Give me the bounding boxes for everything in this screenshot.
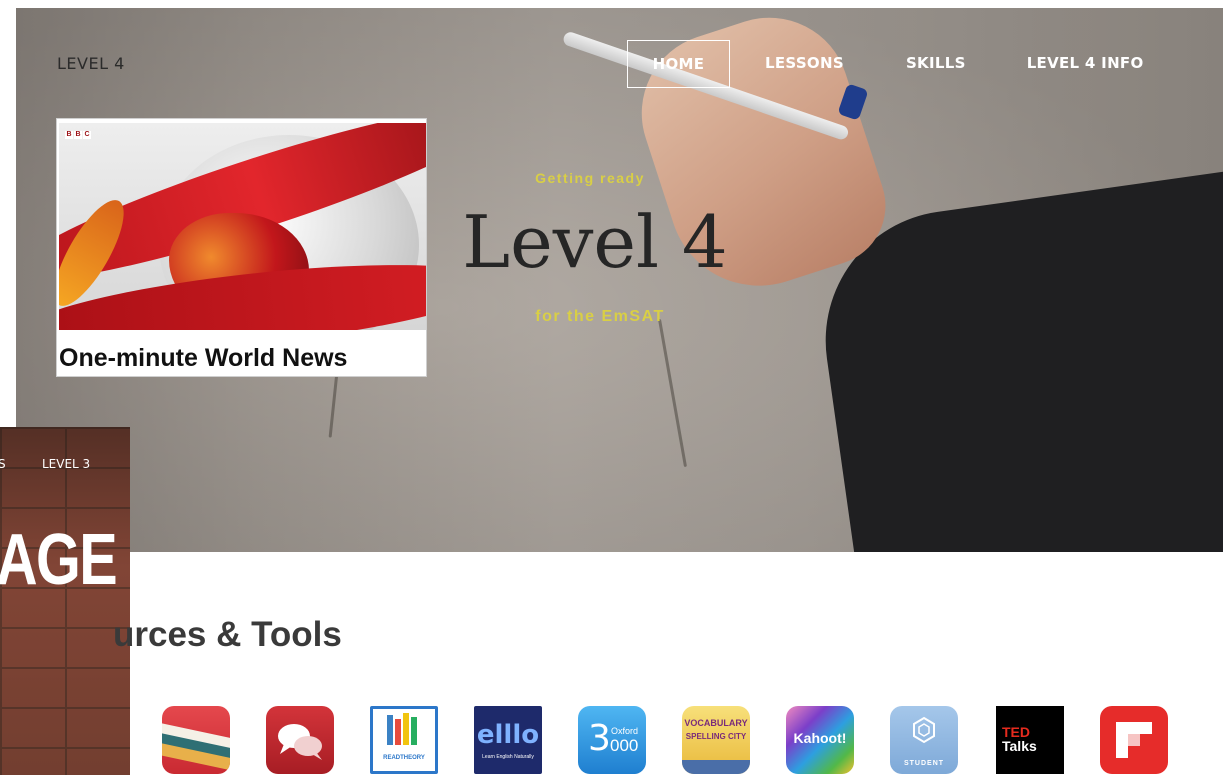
logo-letter: B bbox=[65, 131, 73, 139]
stripes-app-icon[interactable] bbox=[162, 706, 230, 774]
bg-nav-level-3[interactable]: LEVEL 3 bbox=[42, 457, 90, 471]
books-glyph bbox=[387, 713, 417, 745]
news-card[interactable]: B B C One-minute World News bbox=[56, 118, 427, 377]
readtheory-label: READTHEORY bbox=[383, 755, 425, 761]
student-hex-icon[interactable]: STUDENT bbox=[890, 706, 958, 774]
nav-level-4-info[interactable]: LEVEL 4 INFO bbox=[1027, 40, 1144, 88]
spelling-city-icon[interactable]: VOCABULARY SPELLING CITY bbox=[682, 706, 750, 774]
kahoot-icon[interactable]: Kahoot! bbox=[786, 706, 854, 774]
ted-talks-icon[interactable]: TED Talks bbox=[996, 706, 1064, 774]
logo-letter: C bbox=[83, 131, 91, 139]
background-window[interactable]: S LEVEL 3 AGE bbox=[0, 427, 130, 775]
nav-skills[interactable]: SKILLS bbox=[906, 40, 966, 88]
nav-home[interactable]: HOME bbox=[627, 40, 730, 88]
main-nav: HOME LESSONS SKILLS LEVEL 4 INFO bbox=[627, 40, 1144, 88]
elllo-label: elllo bbox=[476, 720, 540, 750]
bg-heading: AGE bbox=[0, 520, 118, 600]
kahoot-label: Kahoot! bbox=[793, 730, 847, 746]
news-caption[interactable]: One-minute World News bbox=[59, 344, 347, 373]
oxford-3000-icon[interactable]: 3 Oxford 000 bbox=[578, 706, 646, 774]
hero-title: Level 4 bbox=[462, 200, 728, 284]
flipboard-glyph bbox=[1116, 722, 1152, 758]
talks-label: Talks bbox=[1002, 738, 1037, 754]
logo-letter: B bbox=[74, 131, 82, 139]
oxford-3: 3 bbox=[588, 718, 611, 759]
oxford-000: 000 bbox=[610, 736, 639, 755]
spelling-city-bottom: SPELLING CITY bbox=[685, 732, 747, 741]
hero-subtitle: for the EmSAT bbox=[535, 308, 665, 325]
elllo-icon[interactable]: elllo Learn English Naturally bbox=[474, 706, 542, 774]
readtheory-icon[interactable]: READTHEORY bbox=[370, 706, 438, 774]
nav-lessons[interactable]: LESSONS bbox=[765, 40, 844, 88]
city-skyline bbox=[682, 760, 750, 774]
chat-bubbles-glyph bbox=[278, 724, 322, 760]
student-label: STUDENT bbox=[903, 760, 945, 767]
brick-shade bbox=[0, 427, 130, 775]
oxford-word: Oxford bbox=[611, 726, 639, 736]
chat-bubbles-icon[interactable] bbox=[266, 706, 334, 774]
hero-kicker: Getting ready bbox=[535, 170, 645, 186]
bbc-logo: B B C bbox=[65, 131, 91, 139]
site-title[interactable]: LEVEL 4 bbox=[57, 54, 125, 73]
world-news-thumbnail[interactable]: B B C bbox=[59, 123, 426, 330]
section-title: urces & Tools bbox=[113, 615, 342, 654]
wall-crack bbox=[657, 318, 688, 468]
flipboard-icon[interactable] bbox=[1100, 706, 1168, 774]
bg-nav-item[interactable]: S bbox=[0, 457, 6, 471]
spelling-city-top: VOCABULARY bbox=[684, 718, 748, 728]
elllo-sub: Learn English Naturally bbox=[482, 754, 534, 760]
hexagon-glyph bbox=[913, 716, 935, 744]
